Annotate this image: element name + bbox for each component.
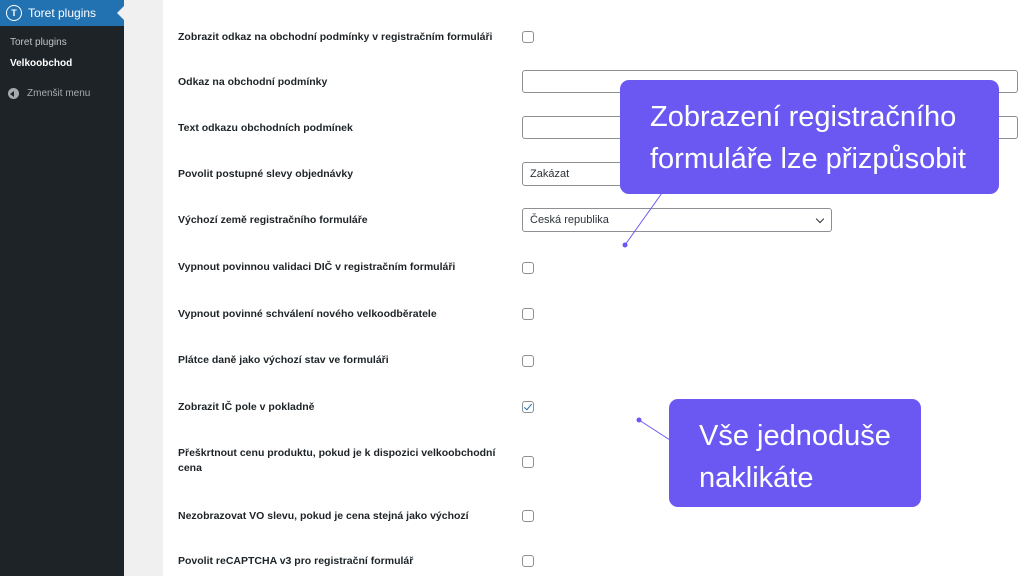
hide-vo-discount-checkbox[interactable] bbox=[522, 510, 534, 522]
setting-label: Zobrazit odkaz na obchodní podmínky v re… bbox=[178, 31, 493, 43]
setting-label: Povolit postupné slevy objednávky bbox=[178, 168, 354, 180]
setting-label: Plátce daně jako výchozí stav ve formulá… bbox=[178, 354, 389, 366]
setting-label: Výchozí země registračního formuláře bbox=[178, 214, 368, 226]
recaptcha-checkbox[interactable] bbox=[522, 555, 534, 567]
callout-easy-setup: Vše jednoduše naklikáte bbox=[669, 399, 921, 507]
setting-label: Vypnout povinné schválení nového velkood… bbox=[178, 308, 437, 320]
setting-label: Odkaz na obchodní podmínky bbox=[178, 76, 328, 88]
disable-dic-validation-checkbox[interactable] bbox=[522, 262, 534, 274]
submenu-item-velkoobchod[interactable]: Velkoobchod bbox=[10, 58, 72, 69]
admin-sidebar: T Toret plugins Toret plugins Velkoobcho… bbox=[0, 0, 124, 576]
callout-registration-form: Zobrazení registračního formuláře lze př… bbox=[620, 80, 999, 194]
callout-line: Vše jednoduše bbox=[699, 420, 891, 452]
setting-label: Text odkazu obchodních podmínek bbox=[178, 122, 353, 134]
setting-label: Nezobrazovat VO slevu, pokud je cena ste… bbox=[178, 510, 469, 522]
strike-price-checkbox[interactable] bbox=[522, 456, 534, 468]
show-ic-field-checkbox[interactable] bbox=[522, 401, 534, 413]
setting-label: Zobrazit IČ pole v pokladně bbox=[178, 401, 315, 413]
select-value: Česká republika bbox=[530, 214, 609, 226]
chevron-down-icon bbox=[815, 214, 825, 224]
collapse-menu-button[interactable]: Zmenšit menu bbox=[8, 88, 90, 99]
disable-approval-checkbox[interactable] bbox=[522, 308, 534, 320]
select-value: Zakázat bbox=[530, 168, 570, 180]
collapse-menu-label: Zmenšit menu bbox=[27, 88, 91, 99]
vat-payer-default-checkbox[interactable] bbox=[522, 355, 534, 367]
setting-label: Povolit reCAPTCHA v3 pro registrační for… bbox=[178, 555, 414, 567]
toret-logo-icon: T bbox=[6, 5, 22, 21]
collapse-arrow-icon bbox=[8, 88, 19, 99]
submenu-item-toret-plugins[interactable]: Toret plugins bbox=[10, 37, 67, 48]
sidebar-item-label: Toret plugins bbox=[28, 6, 97, 20]
default-country-select[interactable]: Česká republika bbox=[522, 208, 832, 232]
terms-link-checkbox[interactable] bbox=[522, 31, 534, 43]
callout-line: Zobrazení registračního bbox=[650, 101, 957, 133]
callout-line: naklikáte bbox=[699, 462, 814, 494]
active-menu-arrow-icon bbox=[117, 6, 124, 20]
callout-line: formuláře lze přizpůsobit bbox=[650, 143, 966, 175]
sidebar-item-toret-plugins[interactable]: T Toret plugins bbox=[0, 0, 124, 26]
setting-label: Vypnout povinnou validaci DIČ v registra… bbox=[178, 261, 456, 273]
setting-label: Přeškrtnout cenu produktu, pokud je k di… bbox=[178, 447, 496, 474]
